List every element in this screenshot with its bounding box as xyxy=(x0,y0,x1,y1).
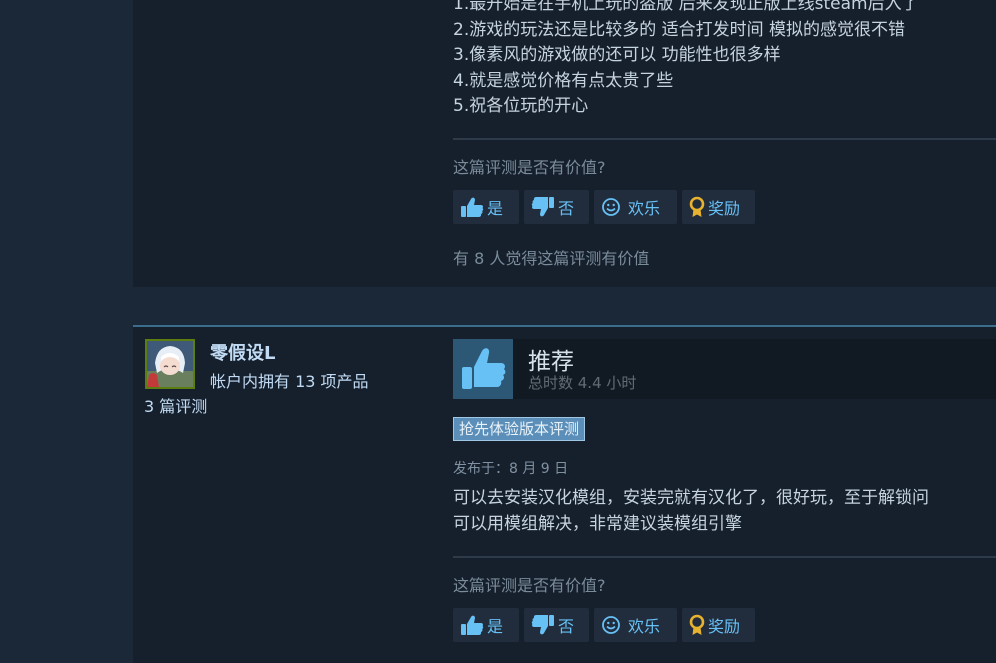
vote-funny-button[interactable]: 欢乐 xyxy=(594,190,677,224)
smiley-icon xyxy=(600,614,626,636)
playtime-hours: 总时数 4.4 小时 xyxy=(528,374,637,392)
vote-award-button[interactable]: 奖励 xyxy=(682,190,755,224)
review-line: 4.就是感觉价格有点太贵了些 xyxy=(453,70,674,91)
review-line: 3.像素风的游戏做的还可以 功能性也很多样 xyxy=(453,45,781,65)
thumbs-up-icon xyxy=(459,196,485,218)
vote-no-label: 否 xyxy=(558,199,575,218)
vote-yes-label: 是 xyxy=(487,199,504,218)
vote-yes-label: 是 xyxy=(487,617,504,636)
vote-funny-label: 欢乐 xyxy=(628,617,661,636)
author-reviews[interactable]: 3 篇评测 xyxy=(144,393,207,417)
posted-date: 发布于：8 月 9 日 xyxy=(453,461,569,477)
review-card: 1.最开始是在手机上玩的盗版 后来发现正版上线steam后入了 2.游戏的玩法还… xyxy=(133,0,996,287)
review-line: 1.最开始是在手机上玩的盗版 后来发现正版上线steam后入了 xyxy=(453,0,919,14)
review-line: 2.游戏的玩法还是比较多的 适合打发时间 模拟的感觉很不错 xyxy=(453,19,906,40)
vote-no-label: 否 xyxy=(558,617,575,636)
vote-no-button[interactable]: 否 xyxy=(524,190,589,224)
avatar[interactable] xyxy=(145,339,195,389)
recommendation-header[interactable]: 推荐 总时数 4.4 小时 xyxy=(453,339,996,399)
vote-no-button[interactable]: 否 xyxy=(524,608,589,642)
thumbs-down-icon xyxy=(530,614,556,636)
helpful-count: 有 8 人觉得这篇评测有价值 xyxy=(453,249,650,268)
divider xyxy=(453,556,996,558)
early-access-badge: 抢先体验版本评测 xyxy=(453,417,586,441)
divider xyxy=(453,138,996,140)
review-card: 零假设L 帐户内拥有 13 项产品 3 篇评测 推荐 总时数 4.4 小时 抢先… xyxy=(133,325,996,663)
review-line: 可以去安装汉化模组，安装完就有汉化了，很好玩，至于解锁问 xyxy=(453,488,929,508)
recommended-thumbs-up-icon xyxy=(453,339,513,399)
vote-award-button[interactable]: 奖励 xyxy=(682,608,755,642)
award-ribbon-icon xyxy=(688,614,706,636)
vote-funny-label: 欢乐 xyxy=(628,199,661,218)
vote-funny-button[interactable]: 欢乐 xyxy=(594,608,677,642)
helpful-prompt: 这篇评测是否有价值? xyxy=(453,158,606,177)
review-body: 可以去安装汉化模组，安装完就有汉化了，很好玩，至于解锁问 可以用模组解决，非常建… xyxy=(453,486,929,537)
review-line: 可以用模组解决，非常建议装模组引擎 xyxy=(453,513,742,534)
award-ribbon-icon xyxy=(688,196,706,218)
thumbs-down-icon xyxy=(530,196,556,218)
author-products[interactable]: 帐户内拥有 13 项产品 xyxy=(210,368,369,392)
vote-award-label: 奖励 xyxy=(708,199,741,218)
smiley-icon xyxy=(600,196,626,218)
review-body: 1.最开始是在手机上玩的盗版 后来发现正版上线steam后入了 2.游戏的玩法还… xyxy=(453,0,919,120)
review-line: 5.祝各位玩的开心 xyxy=(453,96,589,116)
helpful-prompt: 这篇评测是否有价值? xyxy=(453,576,606,595)
thumbs-up-icon xyxy=(459,614,485,636)
vote-award-label: 奖励 xyxy=(708,617,741,636)
author-name[interactable]: 零假设L xyxy=(210,339,275,365)
vote-yes-button[interactable]: 是 xyxy=(453,608,519,642)
recommendation-title: 推荐 xyxy=(528,349,574,375)
vote-yes-button[interactable]: 是 xyxy=(453,190,519,224)
